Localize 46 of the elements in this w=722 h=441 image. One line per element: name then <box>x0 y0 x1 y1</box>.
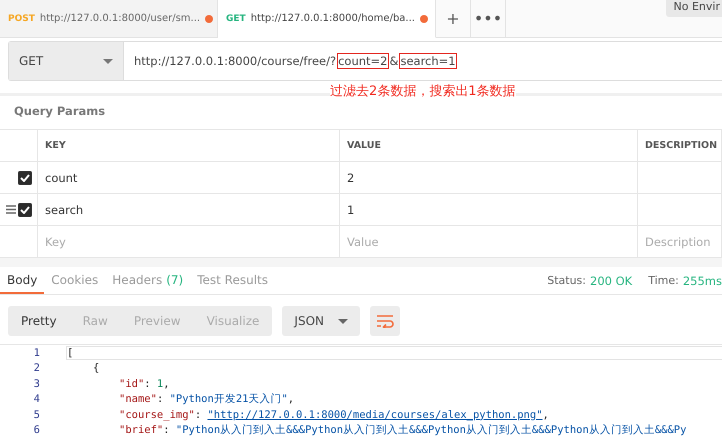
wrap-lines-button[interactable] <box>370 306 400 336</box>
param-value: 1 <box>347 202 354 216</box>
param-value: 2 <box>347 170 354 184</box>
new-tab-button[interactable]: + <box>436 0 471 37</box>
code-line: "id": 1, <box>118 378 171 390</box>
line-number: 2 <box>32 362 41 374</box>
checkbox[interactable] <box>18 170 32 184</box>
status-value: 200 OK <box>590 274 632 288</box>
method-label: POST <box>8 14 35 24</box>
request-tab[interactable]: POST http://127.0.0.1:8000/user/sm... <box>0 0 218 38</box>
line-number: 3 <box>32 378 41 390</box>
annotation-text: 过滤去2条数据，搜索出1条数据 <box>330 82 516 100</box>
line-number: 4 <box>32 393 41 406</box>
caret-icon <box>338 318 348 324</box>
tab-url: http://127.0.0.1:8000/user/sm... <box>40 13 200 24</box>
line-number: 5 <box>32 408 41 421</box>
column-header: KEY <box>45 140 66 151</box>
view-mode-tab[interactable]: Pretty <box>8 306 70 336</box>
time-value: 255ms <box>682 274 722 288</box>
tab-url: http://127.0.0.1:8000/home/ba... <box>250 13 415 24</box>
wrap-lines-icon <box>376 314 394 328</box>
more-button[interactable]: ••• <box>471 0 506 37</box>
code-line: [ <box>67 346 722 359</box>
code-line: "course_img": "http://127.0.0.1:8000/media/courses/alex_python.png", <box>118 408 550 421</box>
response-tab[interactable]: Body <box>0 267 44 294</box>
format-dropdown[interactable]: JSON <box>282 306 360 336</box>
method-label: GET <box>226 14 246 24</box>
code-line: "name": "Python开发21天入门", <box>118 392 296 406</box>
response-tab[interactable]: Cookies <box>44 267 106 294</box>
environment-dropdown[interactable]: No Envir <box>666 0 722 17</box>
code-line: "brief": "Python从入门到入土&&&Python从入门到入土&&&Python从入门到入土&&&Python从入门到入土&&&Py <box>118 423 688 438</box>
drag-handle-icon[interactable] <box>6 205 16 214</box>
code-line: { <box>92 362 100 374</box>
time-label: Time: <box>648 274 679 287</box>
column-header: VALUE <box>347 140 381 151</box>
status-label: Status: <box>547 274 586 287</box>
column-header: DESCRIPTION <box>645 140 718 151</box>
response-tab[interactable]: Test Results <box>190 267 276 294</box>
section-title: Query Params <box>0 96 722 130</box>
param-key: count <box>45 170 78 184</box>
response-tab[interactable]: Headers (7) <box>105 267 190 294</box>
checkbox[interactable] <box>18 202 32 216</box>
param-key: search <box>45 202 84 216</box>
request-tab[interactable]: GET http://127.0.0.1:8000/home/ba... <box>218 0 436 38</box>
line-number: 6 <box>32 424 41 436</box>
line-number: 1 <box>32 346 41 359</box>
